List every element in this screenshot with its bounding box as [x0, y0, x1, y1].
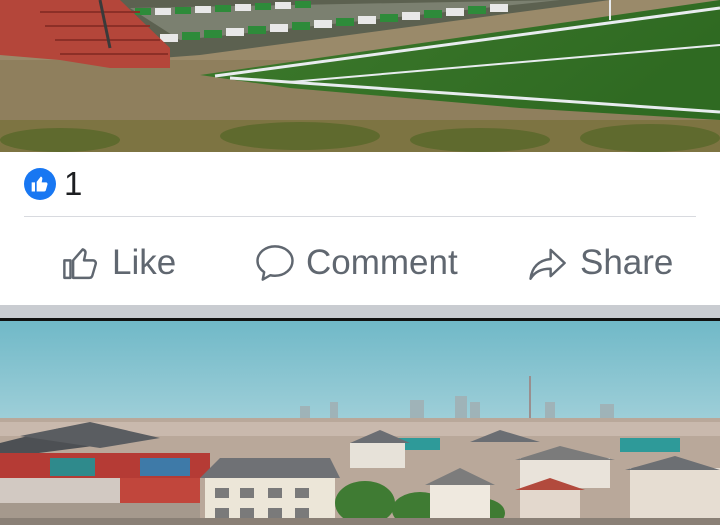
stadium-image	[0, 0, 720, 152]
share-button[interactable]: Share	[526, 238, 673, 288]
comment-button[interactable]: Comment	[254, 238, 458, 288]
feed-separator	[0, 305, 720, 318]
thumbs-up-icon	[31, 176, 48, 192]
comment-button-label: Comment	[306, 243, 458, 282]
share-arrow-icon	[529, 248, 566, 280]
reaction-count[interactable]: 1	[64, 164, 82, 204]
post-photo-stadium[interactable]	[0, 0, 720, 152]
share-button-label: Share	[580, 243, 674, 282]
like-reaction-icon[interactable]	[24, 168, 56, 200]
like-button-label: Like	[112, 243, 177, 282]
post-photo-city[interactable]	[0, 318, 720, 525]
divider	[24, 216, 696, 217]
speech-bubble-icon	[256, 245, 294, 281]
like-button[interactable]: Like	[60, 238, 176, 288]
thumbs-up-outline-icon	[63, 248, 98, 280]
city-image	[0, 318, 720, 525]
reactions-summary[interactable]	[0, 152, 720, 216]
